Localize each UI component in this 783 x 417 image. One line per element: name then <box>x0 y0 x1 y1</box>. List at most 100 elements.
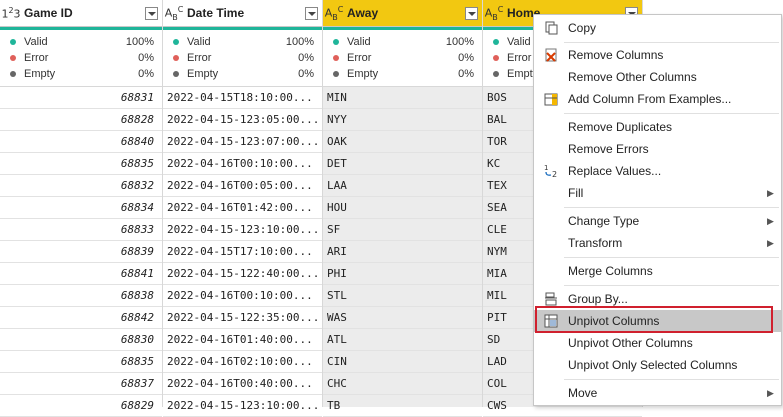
menu-icon-spacer <box>534 382 568 404</box>
table-cell[interactable]: 2022-04-15-123:10:00... <box>163 219 322 241</box>
table-cell[interactable]: 68837 <box>0 373 162 395</box>
table-cell[interactable]: SF <box>323 219 482 241</box>
menu-item-unpivot-columns[interactable]: Unpivot Columns <box>534 310 781 332</box>
menu-item-add-column-from-examples[interactable]: Add Column From Examples... <box>534 88 781 110</box>
table-cell[interactable]: 68833 <box>0 219 162 241</box>
menu-item-remove-columns[interactable]: Remove Columns <box>534 44 781 66</box>
text-type-icon[interactable]: ABC <box>323 5 345 22</box>
menu-item-fill[interactable]: Fill ▶ <box>534 182 781 204</box>
empty-label: Empty <box>187 68 219 80</box>
menu-item-copy[interactable]: Copy <box>534 17 781 39</box>
copy-icon <box>534 17 568 39</box>
column-rows: 68831 68828 68840 68835 68832 68834 68833 68839… <box>0 87 162 417</box>
table-cell[interactable]: WAS <box>323 307 482 329</box>
table-cell[interactable]: 68829 <box>0 395 162 417</box>
menu-item-group-by[interactable]: Group By... <box>534 288 781 310</box>
empty-dot-icon <box>10 71 16 77</box>
empty-label: Empty <box>24 68 56 80</box>
menu-icon-spacer <box>534 182 568 204</box>
table-cell[interactable]: 68835 <box>0 351 162 373</box>
whole-number-type-icon[interactable]: 123 <box>0 6 22 21</box>
menu-item-move[interactable]: Move ▶ <box>534 382 781 404</box>
menu-item-label: Move <box>568 386 598 400</box>
menu-icon-spacer <box>534 260 568 282</box>
table-cell[interactable]: 68832 <box>0 175 162 197</box>
table-cell[interactable]: 2022-04-15-123:07:00... <box>163 131 322 153</box>
error-dot-icon <box>493 55 499 61</box>
table-cell[interactable]: 68838 <box>0 285 162 307</box>
menu-item-remove-errors[interactable]: Remove Errors <box>534 138 781 160</box>
table-cell[interactable]: MIN <box>323 87 482 109</box>
svg-text:1: 1 <box>544 164 548 172</box>
table-cell[interactable]: 2022-04-16T00:10:00... <box>163 285 322 307</box>
table-cell[interactable]: 2022-04-16T02:10:00... <box>163 351 322 373</box>
menu-item-change-type[interactable]: Change Type ▶ <box>534 210 781 232</box>
table-cell[interactable]: HOU <box>323 197 482 219</box>
empty-pct: 0% <box>458 68 474 80</box>
table-cell[interactable]: PHI <box>323 263 482 285</box>
table-cell[interactable]: 2022-04-15T17:10:00... <box>163 241 322 263</box>
table-cell[interactable]: 68841 <box>0 263 162 285</box>
table-cell[interactable]: 68834 <box>0 197 162 219</box>
menu-item-unpivot-other-columns[interactable]: Unpivot Other Columns <box>534 332 781 354</box>
column-filter-dropdown[interactable] <box>145 6 158 20</box>
column-filter-dropdown[interactable] <box>465 6 478 20</box>
add-column-examples-icon <box>534 88 568 110</box>
column-header-date-time[interactable]: ABC Date Time <box>163 0 322 27</box>
menu-item-merge-columns[interactable]: Merge Columns <box>534 260 781 282</box>
menu-item-transform[interactable]: Transform ▶ <box>534 232 781 254</box>
error-dot-icon <box>10 55 16 61</box>
table-cell[interactable]: STL <box>323 285 482 307</box>
table-cell[interactable]: 68830 <box>0 329 162 351</box>
table-cell[interactable]: 68842 <box>0 307 162 329</box>
error-label: Error <box>187 52 212 64</box>
table-cell[interactable]: 2022-04-15-122:40:00... <box>163 263 322 285</box>
table-cell[interactable]: 68831 <box>0 87 162 109</box>
column-filter-dropdown[interactable] <box>305 6 318 20</box>
submenu-arrow-icon: ▶ <box>767 237 774 248</box>
menu-item-remove-other-columns[interactable]: Remove Other Columns <box>534 66 781 88</box>
menu-item-label: Unpivot Columns <box>568 314 660 328</box>
table-cell[interactable]: LAA <box>323 175 482 197</box>
table-cell[interactable]: 68828 <box>0 109 162 131</box>
empty-pct: 0% <box>298 68 314 80</box>
menu-item-replace-values[interactable]: 12 Replace Values... <box>534 160 781 182</box>
table-cell[interactable]: 2022-04-15-123:10:00... <box>163 395 322 417</box>
table-cell[interactable]: 2022-04-15-122:35:00... <box>163 307 322 329</box>
table-cell[interactable]: ATL <box>323 329 482 351</box>
column-quality-stats: Valid 100% Error 0% Empty 0% <box>163 30 322 87</box>
text-type-icon[interactable]: ABC <box>483 5 505 22</box>
menu-item-unpivot-only-selected-columns[interactable]: Unpivot Only Selected Columns <box>534 354 781 376</box>
valid-dot-icon <box>493 39 499 45</box>
table-cell[interactable]: 2022-04-15-123:05:00... <box>163 109 322 131</box>
table-cell[interactable]: CIN <box>323 351 482 373</box>
menu-separator <box>564 207 779 208</box>
table-cell[interactable]: 68840 <box>0 131 162 153</box>
menu-item-remove-duplicates[interactable]: Remove Duplicates <box>534 116 781 138</box>
table-cell[interactable]: 2022-04-16T00:05:00... <box>163 175 322 197</box>
error-label: Error <box>347 52 372 64</box>
table-cell[interactable]: ARI <box>323 241 482 263</box>
table-cell[interactable]: CHC <box>323 373 482 395</box>
column-header-away[interactable]: ABC Away <box>323 0 482 27</box>
table-cell[interactable]: NYY <box>323 109 482 131</box>
text-type-icon[interactable]: ABC <box>163 5 185 22</box>
table-cell[interactable]: 68839 <box>0 241 162 263</box>
replace-values-icon: 12 <box>534 160 568 182</box>
error-pct: 0% <box>298 52 314 64</box>
column-rows: MIN NYY OAK DET LAA HOU SF ARI PHI STL WAS ATL CIN CH… <box>323 87 482 417</box>
table-cell[interactable]: 2022-04-16T00:10:00... <box>163 153 322 175</box>
table-cell[interactable]: 2022-04-15T18:10:00... <box>163 87 322 109</box>
table-cell[interactable]: DET <box>323 153 482 175</box>
valid-pct: 100% <box>125 36 154 48</box>
menu-item-label: Unpivot Other Columns <box>568 336 693 350</box>
table-cell[interactable]: 2022-04-16T01:42:00... <box>163 197 322 219</box>
table-cell[interactable]: 68835 <box>0 153 162 175</box>
table-cell[interactable]: 2022-04-16T01:40:00... <box>163 329 322 351</box>
empty-dot-icon <box>173 71 179 77</box>
table-cell[interactable]: TB <box>323 395 482 417</box>
table-cell[interactable]: OAK <box>323 131 482 153</box>
column-header-game-id[interactable]: 123 Game ID <box>0 0 162 27</box>
error-dot-icon <box>333 55 339 61</box>
table-cell[interactable]: 2022-04-16T00:40:00... <box>163 373 322 395</box>
